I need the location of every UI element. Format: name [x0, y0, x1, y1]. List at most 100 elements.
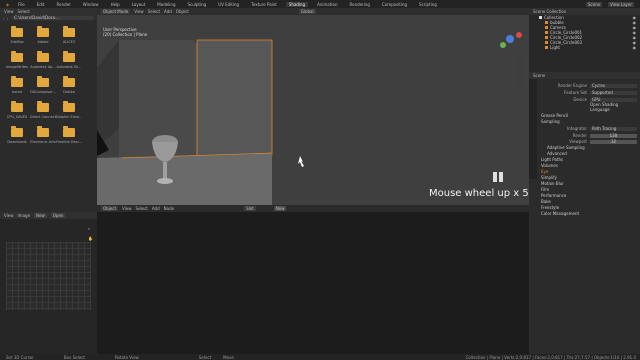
scene-selector[interactable]: Scene [585, 1, 603, 7]
tab-shading[interactable]: Shading [285, 1, 309, 7]
menu-select[interactable]: Select [136, 206, 148, 211]
hand-icon[interactable]: ✋ [88, 236, 93, 241]
folder-label: Adobe [37, 40, 49, 44]
properties-tabs[interactable] [529, 79, 537, 179]
folder-item[interactable]: Autodesk Ap... [30, 51, 56, 69]
menu-view[interactable]: View [122, 206, 132, 211]
render-engine-select[interactable]: Cycles [590, 83, 637, 88]
folder-item[interactable]: 3dsMax [4, 26, 30, 44]
new-image-button[interactable]: New [34, 213, 47, 218]
node-editor[interactable]: Object View Select Add Node Slot New [97, 205, 529, 354]
folder-icon [37, 26, 49, 37]
outliner-item[interactable]: Light ◉ [539, 45, 640, 50]
path-field[interactable]: C:\Users\David\Docu... [12, 16, 94, 20]
grid-view-icon[interactable] [517, 83, 524, 89]
integrator-select[interactable]: Path Tracing [590, 126, 637, 131]
gizmo-z-icon[interactable] [506, 35, 514, 43]
tab-sculpting[interactable]: Sculpting [185, 2, 210, 7]
menu-view[interactable]: View [4, 9, 14, 14]
blender-logo-icon[interactable]: ◈ [6, 2, 9, 7]
render-samples-field[interactable]: 128 [590, 133, 637, 138]
viewport-samples-field[interactable]: 32 [590, 139, 637, 144]
folder-icon [63, 126, 75, 137]
file-browser-panel: View Select ‹ › C:\Users\David\Docu... 3… [0, 8, 97, 212]
folder-icon [11, 26, 23, 37]
tab-layout[interactable]: Layout [129, 2, 149, 7]
menu-help[interactable]: Help [108, 2, 123, 7]
object-icon [545, 46, 548, 49]
tab-uv-editing[interactable]: UV Editing [215, 2, 242, 7]
viewport-scene [97, 39, 304, 205]
3d-viewport[interactable]: Object Mode View Select Add Object Globa… [97, 8, 529, 205]
folder-item[interactable]: Downloads [4, 126, 30, 144]
render-engine-label: Render Engine [557, 83, 587, 88]
outliner-panel: Scene Collection Collection ◉ bubble ◉ Camer… [529, 8, 640, 72]
menu-edit[interactable]: Edit [34, 2, 48, 7]
menu-select[interactable]: Select [18, 9, 30, 14]
menu-render[interactable]: Render [54, 2, 74, 7]
folder-label: ImageWrites [5, 65, 29, 69]
zoom-icon[interactable] [517, 56, 524, 62]
shader-type-selector[interactable]: Object [101, 206, 119, 211]
menu-add[interactable]: Add [152, 206, 160, 211]
folder-item[interactable]: ALICE3 [56, 26, 82, 44]
camera-view-icon[interactable] [517, 74, 524, 80]
menu-view[interactable]: View [4, 213, 14, 218]
folder-label: Electronic Arts [30, 140, 56, 144]
folder-item[interactable]: bsrod [4, 76, 30, 94]
slot-selector[interactable]: Slot [244, 206, 256, 211]
folder-icon [37, 51, 49, 62]
folder-item[interactable]: Adobe [30, 26, 56, 44]
tab-compositing[interactable]: Compositing [379, 2, 410, 7]
image-canvas[interactable] [6, 242, 91, 310]
folder-icon [37, 76, 49, 87]
view-layer-selector[interactable]: View Layer [608, 1, 634, 7]
menu-image[interactable]: Image [18, 213, 31, 218]
properties-header: Scene [529, 72, 640, 79]
pan-hand-icon[interactable] [517, 65, 524, 71]
folder-item[interactable]: Freeline Desi... [56, 126, 82, 144]
folder-label: Freeline Desi... [56, 140, 82, 144]
tab-animation[interactable]: Animation [314, 2, 340, 7]
collection-icon [539, 16, 542, 19]
viewport-tools [517, 56, 524, 96]
folder-icon [37, 126, 49, 137]
floor-plane [97, 153, 272, 205]
menu-node[interactable]: Node [164, 206, 174, 211]
section-sampling[interactable]: Sampling [541, 118, 637, 124]
gizmo-x-icon[interactable] [516, 32, 522, 38]
folder-item[interactable]: Electronic Arts [30, 126, 56, 144]
tab-modeling[interactable]: Modeling [154, 2, 178, 7]
tab-texture-paint[interactable]: Texture Paint [248, 2, 280, 7]
glass-base [157, 178, 173, 184]
osl-checkbox[interactable]: Open Shading Language [590, 102, 637, 112]
folder-item[interactable]: CPU_SAVES [4, 101, 30, 119]
zoom-icon[interactable]: ⌕ [88, 226, 90, 231]
eye-icon[interactable]: ◉ [633, 45, 637, 50]
object-icon [545, 26, 548, 29]
outliner-title: Scene Collection [533, 9, 567, 14]
device-label: Device [573, 97, 587, 102]
folder-icon [63, 51, 75, 62]
back-arrow-icon[interactable]: ‹ [3, 16, 5, 21]
tab-scripting[interactable]: Scripting [416, 2, 440, 7]
open-image-button[interactable]: Open [50, 213, 66, 218]
folder-icon [11, 51, 23, 62]
folder-item[interactable]: Autodesk Sk... [56, 51, 82, 69]
menu-window[interactable]: Window [80, 2, 102, 7]
tab-rendering[interactable]: Rendering [347, 2, 373, 7]
feature-set-select[interactable]: Supported [590, 90, 637, 95]
mouse-indicator [493, 172, 503, 182]
navigation-gizmo[interactable] [495, 25, 525, 53]
section-color-management[interactable]: Color Management [541, 210, 637, 216]
folder-item[interactable]: DAComposer... [30, 76, 56, 94]
forward-arrow-icon[interactable]: › [7, 16, 9, 21]
image-editor-panel: View Image New Open ⌕ ✋ [0, 212, 97, 354]
gizmo-y-icon[interactable] [500, 42, 506, 48]
folder-item[interactable]: ImageWrites [4, 51, 30, 69]
menu-file[interactable]: File [15, 2, 28, 7]
folder-item[interactable]: Dolphin Emul... [56, 101, 82, 119]
folder-item[interactable]: Direct Connect [30, 101, 56, 119]
folder-item[interactable]: Dolska [56, 76, 82, 94]
new-material-button[interactable]: New [273, 206, 287, 211]
